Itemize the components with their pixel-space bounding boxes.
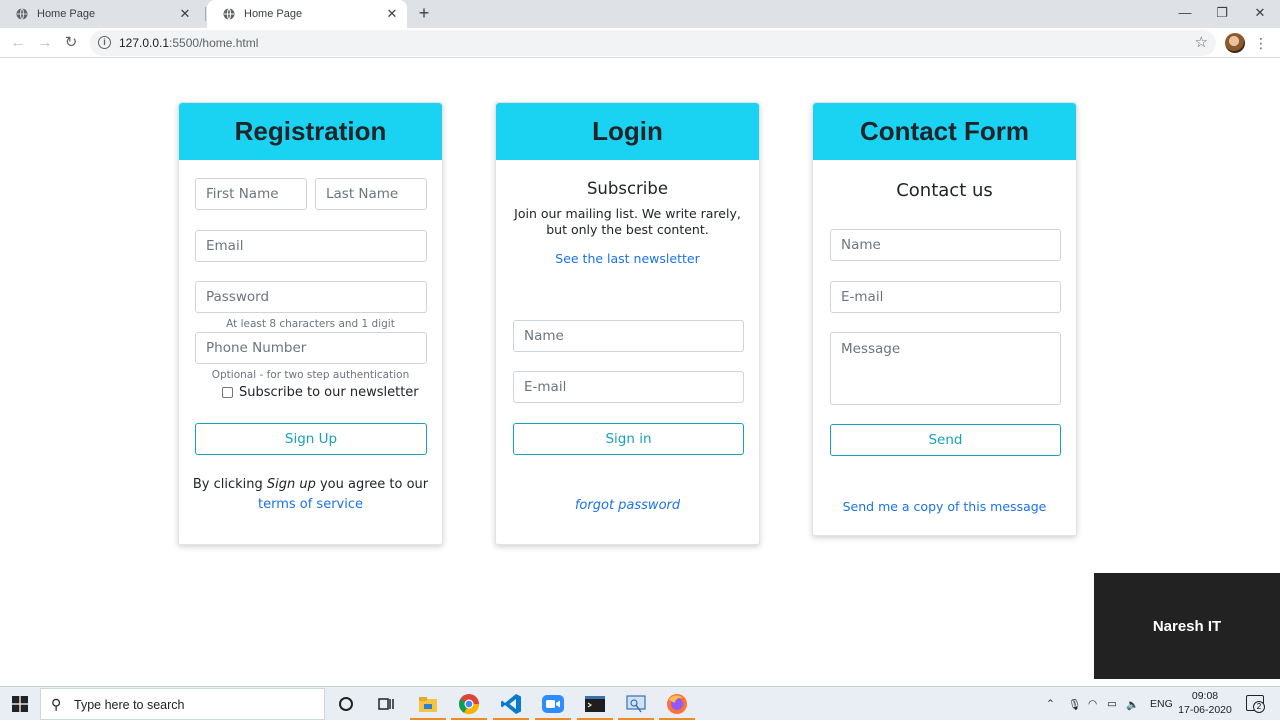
profile-avatar[interactable] bbox=[1225, 33, 1245, 53]
menu-dots-icon[interactable]: ⋮ bbox=[1254, 33, 1268, 53]
login-email-field[interactable]: E-mail bbox=[513, 371, 744, 403]
globe-icon bbox=[223, 8, 235, 20]
url-text[interactable]: 127.0.0.1:5500/home.html bbox=[119, 36, 258, 50]
newsletter-checkbox[interactable] bbox=[222, 387, 233, 398]
terms-agreement: By clicking Sign up you agree to our bbox=[179, 477, 442, 492]
close-window-icon[interactable]: ✕ bbox=[1248, 4, 1272, 22]
minimize-icon[interactable]: — bbox=[1173, 4, 1197, 22]
last-newsletter-link[interactable]: See the last newsletter bbox=[496, 251, 759, 266]
firefox-icon[interactable] bbox=[665, 692, 689, 716]
snipping-tool-icon[interactable] bbox=[624, 692, 648, 716]
bookmark-star-icon[interactable]: ☆ bbox=[1195, 33, 1208, 51]
search-icon: ⚲ bbox=[51, 696, 62, 712]
show-hidden-icons[interactable]: ⌃ bbox=[1046, 687, 1055, 721]
clock-date: 17-06-2020 bbox=[1178, 704, 1232, 716]
contact-card: Contact Form Contact us Name E-mail Mess… bbox=[812, 102, 1077, 536]
file-explorer-icon[interactable] bbox=[416, 692, 440, 716]
agree-prefix: By clicking bbox=[192, 477, 267, 492]
microphone-icon[interactable]: 🎙 bbox=[1068, 687, 1081, 721]
tab-separator bbox=[205, 7, 206, 21]
chevron-up-icon: ⌃ bbox=[1046, 698, 1055, 710]
page-content: Registration First Name Last Name Email … bbox=[0, 59, 1280, 686]
zoom-icon[interactable] bbox=[541, 692, 565, 716]
close-tab-icon[interactable]: ✕ bbox=[178, 7, 192, 21]
maximize-icon[interactable]: ❐ bbox=[1210, 4, 1234, 22]
back-icon[interactable]: ← bbox=[9, 34, 27, 52]
password-hint: At least 8 characters and 1 digit bbox=[226, 318, 395, 330]
battery-icon[interactable]: ▭ bbox=[1107, 687, 1117, 721]
subscribe-text-line2: but only the best content. bbox=[546, 222, 709, 237]
login-title: Login bbox=[496, 103, 759, 160]
vscode-icon[interactable] bbox=[499, 692, 523, 716]
forward-icon[interactable]: → bbox=[36, 34, 54, 52]
send-button[interactable]: Send bbox=[830, 424, 1061, 456]
contact-title: Contact Form bbox=[813, 103, 1076, 160]
agree-emphasis: Sign up bbox=[266, 477, 316, 492]
login-name-field[interactable]: Name bbox=[513, 320, 744, 352]
globe-icon bbox=[16, 8, 28, 20]
task-view-icon[interactable] bbox=[374, 692, 398, 716]
contact-email-field[interactable]: E-mail bbox=[830, 281, 1061, 313]
system-clock[interactable]: 09:08 17-06-2020 bbox=[1172, 689, 1238, 717]
registration-card: Registration First Name Last Name Email … bbox=[178, 102, 443, 545]
contact-name-field[interactable]: Name bbox=[830, 229, 1061, 261]
terminal-icon[interactable] bbox=[583, 692, 607, 716]
subscribe-text-line1: Join our mailing list. We write rarely, bbox=[514, 206, 741, 221]
taskbar: ⚲ Type here to search ⌃ 🎙 ◠ ▭ 🔈 ENG 09:0… bbox=[0, 686, 1280, 720]
phone-field[interactable]: Phone Number bbox=[195, 332, 427, 364]
newsletter-checkbox-row[interactable]: Subscribe to our newsletter bbox=[222, 385, 419, 400]
clock-time: 09:08 bbox=[1191, 690, 1219, 702]
new-tab-icon[interactable]: + bbox=[414, 4, 434, 24]
tab-home-page-1[interactable]: Home Page ✕ bbox=[0, 0, 200, 28]
presenter-name: Naresh IT bbox=[1152, 617, 1222, 635]
reload-icon[interactable]: ↻ bbox=[62, 34, 80, 52]
address-bar[interactable]: i 127.0.0.1:5500/home.html ☆ bbox=[90, 30, 1216, 56]
tab-strip: Home Page ✕ Home Page ✕ + — ❐ ✕ bbox=[0, 0, 1280, 28]
first-name-field[interactable]: First Name bbox=[195, 178, 307, 210]
contact-heading: Contact us bbox=[896, 180, 993, 201]
tab-title: Home Page bbox=[37, 8, 96, 20]
cortana-icon[interactable] bbox=[334, 692, 358, 716]
wifi-icon[interactable]: ◠ bbox=[1088, 687, 1097, 721]
taskbar-search-placeholder: Type here to search bbox=[74, 698, 185, 712]
registration-title: Registration bbox=[179, 103, 442, 160]
tab-home-page-2[interactable]: Home Page ✕ bbox=[207, 0, 407, 28]
url-host: 127.0.0.1 bbox=[119, 36, 170, 50]
url-path: :5500/home.html bbox=[169, 36, 259, 50]
info-icon[interactable]: i bbox=[98, 36, 111, 49]
language-indicator[interactable]: ENG bbox=[1150, 687, 1173, 721]
chrome-icon[interactable] bbox=[457, 692, 481, 716]
last-name-field[interactable]: Last Name bbox=[315, 178, 427, 210]
close-tab-icon[interactable]: ✕ bbox=[385, 7, 399, 21]
newsletter-label: Subscribe to our newsletter bbox=[239, 385, 419, 400]
send-copy-link[interactable]: Send me a copy of this message bbox=[813, 499, 1076, 514]
notification-count-badge: 2 bbox=[1253, 701, 1265, 713]
tab-title: Home Page bbox=[244, 8, 303, 20]
terms-of-service-link[interactable]: terms of service bbox=[179, 497, 442, 512]
phone-hint: Optional - for two step authentication bbox=[211, 369, 410, 381]
presenter-overlay: Naresh IT bbox=[1094, 573, 1280, 679]
windows-start-icon[interactable] bbox=[12, 696, 28, 712]
signup-button[interactable]: Sign Up bbox=[195, 423, 427, 455]
agree-suffix: you agree to our bbox=[315, 477, 429, 492]
signin-button[interactable]: Sign in bbox=[513, 423, 744, 455]
browser-toolbar: ← → ↻ i 127.0.0.1:5500/home.html ☆ ⋮ bbox=[0, 28, 1280, 58]
volume-icon[interactable]: 🔈 bbox=[1126, 687, 1139, 721]
taskbar-search[interactable]: ⚲ Type here to search bbox=[40, 688, 325, 720]
subscribe-heading: Subscribe bbox=[586, 179, 669, 198]
login-card: Login Subscribe Join our mailing list. W… bbox=[495, 102, 760, 545]
email-field[interactable]: Email bbox=[195, 230, 427, 262]
message-textarea[interactable]: Message bbox=[830, 332, 1061, 405]
password-field[interactable]: Password bbox=[195, 281, 427, 313]
forgot-password-link[interactable]: forgot password bbox=[496, 498, 759, 513]
